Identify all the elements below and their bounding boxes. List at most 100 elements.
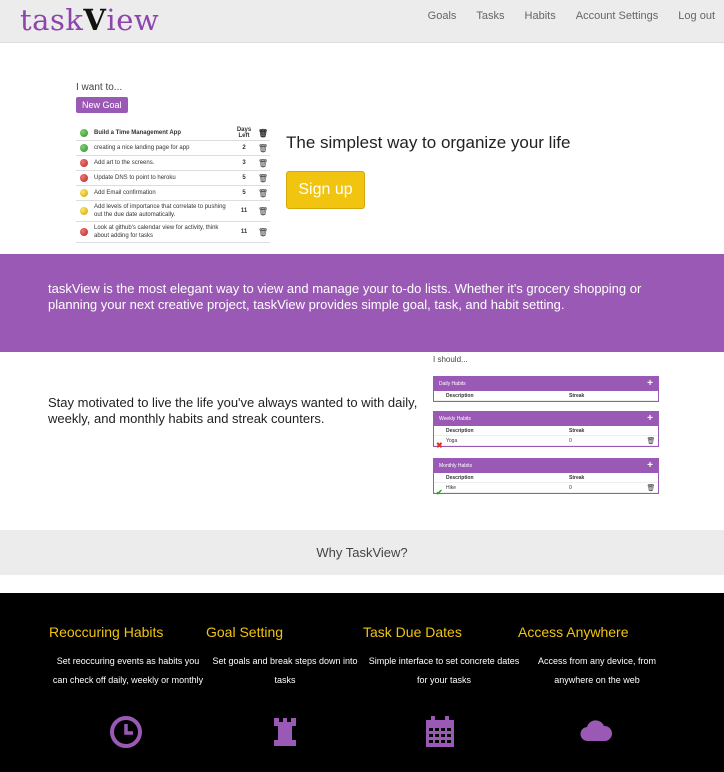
- top-navbar: taskView Goals Tasks Habits Account Sett…: [0, 0, 724, 43]
- new-goal-button[interactable]: New Goal: [76, 97, 128, 113]
- status-dot-icon[interactable]: [80, 189, 88, 197]
- logo-text-task: task: [20, 3, 84, 37]
- days-left-value: 3: [242, 160, 246, 166]
- habit-row[interactable]: ✔ Hike 0 🗑: [434, 483, 658, 497]
- days-left-value: 11: [240, 229, 248, 235]
- habit-panel: Daily Habits + Description Streak: [433, 376, 659, 402]
- trash-icon[interactable]: 🗑: [256, 228, 270, 237]
- goal-step-text: Add levels of importance that correlate …: [94, 204, 226, 218]
- goal-step-text: creating a nice landing page for app: [94, 145, 190, 151]
- trash-icon[interactable]: 🗑: [256, 207, 270, 216]
- trash-icon[interactable]: 🗑: [256, 189, 270, 198]
- goal-table: Build a Time Management App Days Left 🗑 …: [76, 126, 270, 243]
- goal-step-text: Add art to the screens.: [94, 160, 155, 166]
- feature-text: Simple interface to set concrete dates f…: [368, 656, 520, 685]
- status-dot-icon[interactable]: [80, 174, 88, 182]
- days-left-value: 5: [242, 175, 246, 181]
- goal-row[interactable]: Add art to the screens. 3 🗑: [76, 156, 270, 171]
- nav-link-goals[interactable]: Goals: [428, 10, 457, 22]
- nav-link-account-settings[interactable]: Account Settings: [576, 10, 659, 22]
- why-title: Why TaskView?: [316, 545, 408, 560]
- description-header: Description: [446, 474, 474, 481]
- goal-row[interactable]: Update DNS to point to heroku 5 🗑: [76, 171, 270, 186]
- days-left-value: 11: [240, 208, 248, 214]
- habit-panel-header: Weekly Habits +: [434, 412, 658, 426]
- description-header: Description: [446, 392, 474, 399]
- trash-icon[interactable]: 🗑: [644, 437, 658, 445]
- feature-title: Access Anywhere: [518, 624, 629, 640]
- trash-icon[interactable]: 🗑: [256, 129, 270, 138]
- status-dot-icon[interactable]: [80, 207, 88, 215]
- goal-table-header: Build a Time Management App Days Left 🗑: [76, 126, 270, 141]
- signup-button[interactable]: Sign up: [286, 171, 365, 209]
- goal-step-text: Update DNS to point to heroku: [94, 175, 176, 181]
- habit-panel: Monthly Habits + Description Streak ✔ Hike 0 🗑: [433, 458, 659, 497]
- goal-title: Build a Time Management App: [94, 130, 182, 136]
- nav-link-tasks[interactable]: Tasks: [476, 10, 504, 22]
- cloud-icon: [580, 720, 613, 742]
- habits-text: Stay motivated to live the life you've a…: [48, 395, 418, 426]
- intro-band: taskView is the most elegant way to view…: [0, 254, 724, 352]
- feature-text: Set reoccuring events as habits you can …: [52, 656, 204, 685]
- habit-table-header: Description Streak: [434, 473, 658, 483]
- trash-icon[interactable]: 🗑: [644, 484, 658, 492]
- goal-row[interactable]: Add levels of importance that correlate …: [76, 201, 270, 222]
- goal-row[interactable]: Add Email confirmation 5 🗑: [76, 186, 270, 201]
- habit-panel-title: Monthly Habits: [439, 463, 473, 469]
- features-footer: Reoccuring Habits Set reoccuring events …: [0, 593, 724, 772]
- i-want-label: I want to...: [76, 82, 123, 93]
- goal-step-text: Look at github's calendar view for activ…: [94, 225, 219, 239]
- feature-text: Access from any device, from anywhere on…: [537, 656, 657, 685]
- hero-section: I want to... New Goal Build a Time Manag…: [0, 44, 724, 254]
- feature-title: Task Due Dates: [363, 624, 462, 640]
- add-icon[interactable]: +: [647, 377, 653, 391]
- feature-title: Reoccuring Habits: [49, 624, 164, 640]
- nav-links: Goals Tasks Habits Account Settings Log …: [408, 10, 715, 22]
- trash-icon[interactable]: 🗑: [256, 144, 270, 153]
- habit-name: Hike: [446, 484, 457, 491]
- status-dot-icon[interactable]: [80, 144, 88, 152]
- trash-icon[interactable]: 🗑: [256, 174, 270, 183]
- status-dot-icon[interactable]: [80, 159, 88, 167]
- add-icon[interactable]: +: [647, 459, 653, 473]
- habit-panel: Weekly Habits + Description Streak ✖ Yoga 0 🗑: [433, 411, 659, 450]
- status-dot-icon: [80, 129, 88, 137]
- habit-streak: 0: [569, 484, 572, 491]
- i-should-label: I should...: [433, 355, 468, 364]
- rook-icon: [274, 718, 296, 746]
- days-left-value: 5: [242, 190, 246, 196]
- feature-title: Goal Setting: [206, 624, 284, 640]
- logo-text-iew: iew: [106, 3, 160, 37]
- habit-streak: 0: [569, 437, 572, 444]
- days-left-header: Days Left: [236, 127, 252, 139]
- habit-table-header: Description Streak: [434, 391, 658, 401]
- add-icon[interactable]: +: [647, 412, 653, 426]
- status-dot-icon[interactable]: [80, 228, 88, 236]
- tagline: The simplest way to organize your life: [286, 133, 571, 152]
- nav-link-logout[interactable]: Log out: [678, 10, 715, 22]
- nav-link-habits[interactable]: Habits: [525, 10, 556, 22]
- habit-panel-title: Daily Habits: [439, 381, 466, 387]
- habit-panel-header: Daily Habits +: [434, 377, 658, 391]
- calendar-icon: [426, 716, 454, 747]
- streak-header: Streak: [569, 427, 585, 434]
- feature-text: Set goals and break steps down into task…: [212, 656, 358, 685]
- goal-row[interactable]: Look at github's calendar view for activ…: [76, 222, 270, 243]
- habit-name: Yoga: [446, 437, 458, 444]
- description-header: Description: [446, 427, 474, 434]
- logo-check-v: V: [83, 3, 107, 37]
- habit-row[interactable]: ✖ Yoga 0 🗑: [434, 436, 658, 450]
- clock-icon: [110, 716, 142, 748]
- habit-panel-header: Monthly Habits +: [434, 459, 658, 473]
- why-taskview-banner: Why TaskView?: [0, 530, 724, 575]
- trash-icon[interactable]: 🗑: [256, 159, 270, 168]
- intro-text: taskView is the most elegant way to view…: [48, 281, 642, 312]
- days-left-value: 2: [242, 145, 246, 151]
- habit-panel-title: Weekly Habits: [439, 416, 471, 422]
- logo[interactable]: taskView: [20, 3, 159, 37]
- goal-step-text: Add Email confirmation: [94, 190, 156, 196]
- streak-header: Streak: [569, 474, 585, 481]
- goal-row[interactable]: creating a nice landing page for app 2 🗑: [76, 141, 270, 156]
- habit-table-header: Description Streak: [434, 426, 658, 436]
- streak-header: Streak: [569, 392, 585, 399]
